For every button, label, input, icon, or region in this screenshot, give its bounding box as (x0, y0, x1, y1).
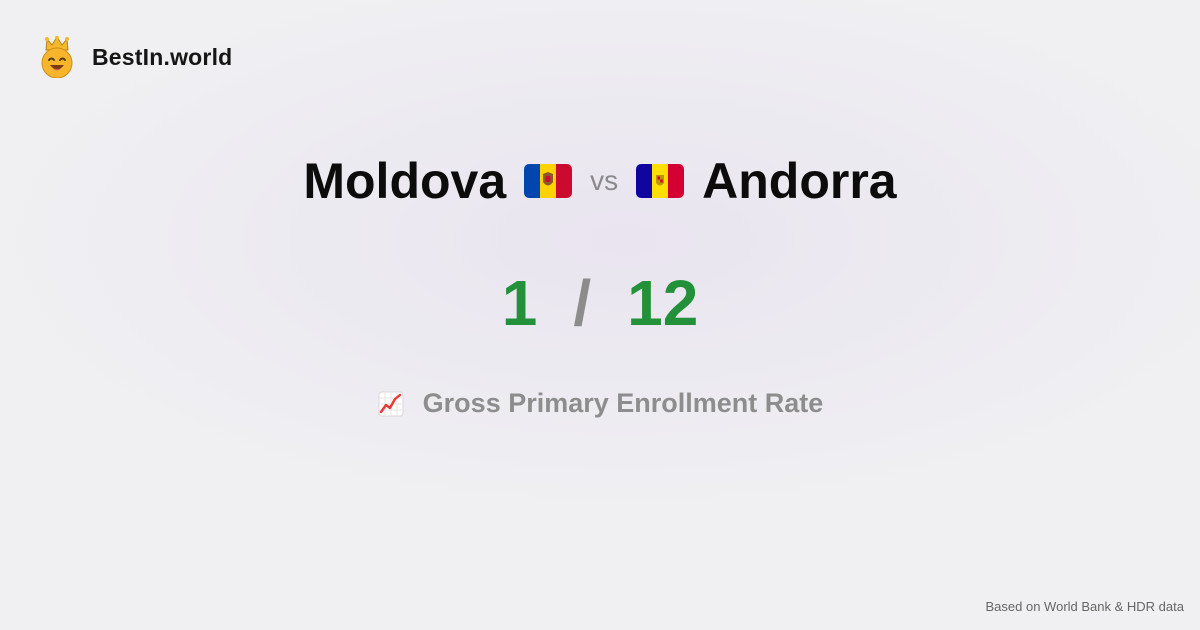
left-country-name: Moldova (303, 153, 507, 209)
right-country-name: Andorra (702, 153, 897, 209)
andorra-flag-icon (636, 164, 685, 198)
brand-name: BestIn.world (92, 43, 233, 70)
right-rank: 12 (627, 267, 699, 339)
vs-label: vs (590, 165, 619, 196)
crowned-smiley-icon (41, 36, 73, 78)
rank-separator: / (573, 267, 592, 339)
metric: Gross Primary Enrollment Rate (0, 388, 1200, 419)
comparison-headline: Moldova vs Andorra (0, 152, 1200, 210)
rank-comparison: 1 / 12 (0, 266, 1200, 340)
metric-label: Gross Primary Enrollment Rate (422, 388, 824, 418)
source-note: Based on World Bank & HDR data (985, 599, 1184, 614)
brand[interactable]: BestIn.world (38, 36, 232, 78)
left-rank: 1 (501, 267, 538, 339)
moldova-flag-icon (524, 164, 573, 198)
chart-increasing-icon (378, 391, 404, 416)
